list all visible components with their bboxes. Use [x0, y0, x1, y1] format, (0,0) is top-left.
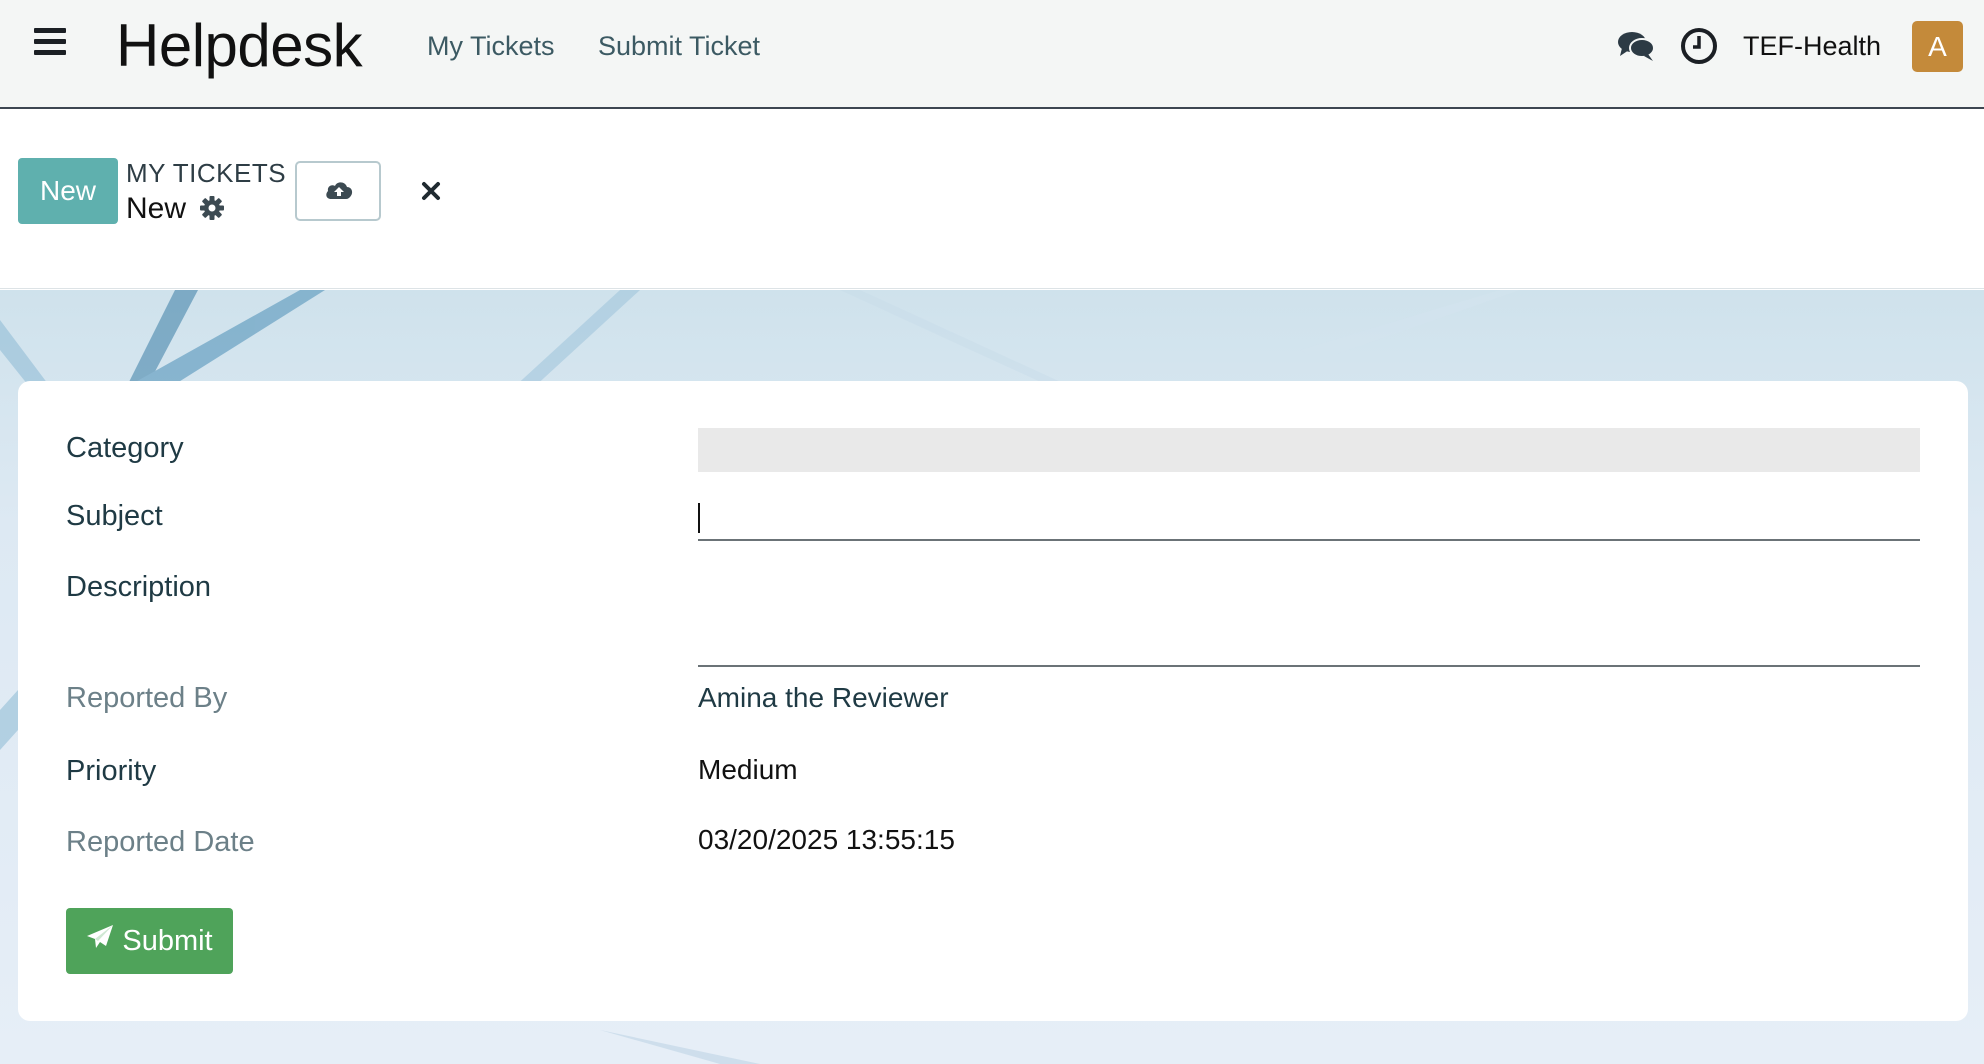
clock-icon[interactable]	[1679, 26, 1719, 66]
priority-value[interactable]: Medium	[698, 753, 798, 787]
ticket-form: Category Subject Description Reported By…	[18, 381, 1968, 1021]
nav-link-my-tickets[interactable]: My Tickets	[427, 30, 555, 62]
submit-button[interactable]: Submit	[66, 908, 233, 974]
submit-label: Submit	[122, 924, 213, 957]
nav-link-submit-ticket[interactable]: Submit Ticket	[598, 30, 760, 62]
category-label: Category	[66, 432, 184, 464]
subject-input[interactable]	[698, 499, 1920, 541]
paper-plane-icon	[86, 924, 114, 958]
reported-by-value[interactable]: Amina the Reviewer	[698, 681, 949, 715]
close-icon[interactable]	[418, 178, 444, 204]
save-button[interactable]	[295, 161, 381, 221]
chat-icon[interactable]	[1616, 26, 1656, 66]
top-navbar: Helpdesk My Tickets Submit Ticket TEF-He…	[0, 0, 1984, 109]
breadcrumb-current: New	[126, 192, 187, 225]
priority-label: Priority	[66, 755, 157, 787]
text-caret	[698, 503, 700, 533]
reported-by-label: Reported By	[66, 682, 228, 714]
breadcrumb-my-tickets[interactable]: MY TICKETS	[126, 158, 286, 188]
reported-date-label: Reported Date	[66, 826, 255, 858]
description-input[interactable]	[698, 556, 1920, 667]
control-panel: New MY TICKETS New	[0, 111, 1984, 289]
company-name[interactable]: TEF-Health	[1743, 30, 1881, 62]
subject-label: Subject	[66, 500, 163, 532]
category-select[interactable]	[698, 428, 1920, 472]
reported-date-value: 03/20/2025 13:55:15	[698, 824, 955, 855]
app-brand[interactable]: Helpdesk	[116, 10, 363, 82]
user-avatar[interactable]: A	[1912, 21, 1963, 72]
description-label: Description	[66, 571, 212, 603]
menu-icon[interactable]	[34, 28, 68, 56]
new-button[interactable]: New	[18, 158, 118, 224]
gear-icon[interactable]	[198, 194, 226, 222]
